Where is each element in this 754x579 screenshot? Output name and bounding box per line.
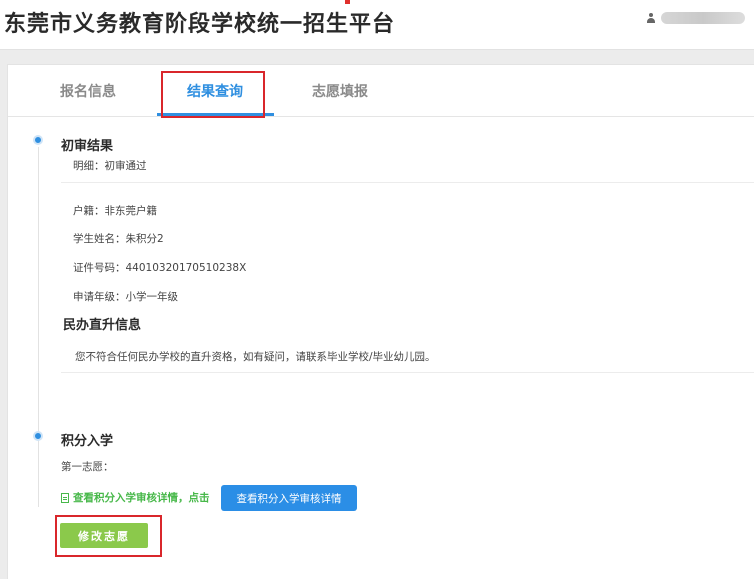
site-title: 东莞市义务教育阶段学校统一招生平台 <box>4 12 396 37</box>
tab-bar: 报名信息 结果查询 志愿填报 <box>8 65 754 117</box>
header-marker <box>345 0 350 4</box>
review-detail: 明细：初审通过 <box>73 160 147 172</box>
points-admission-title: 积分入学 <box>61 434 114 449</box>
application-grade: 申请年级：小学一年级 <box>73 291 178 303</box>
user-menu[interactable] <box>647 10 745 26</box>
divider <box>61 182 754 183</box>
tab-result-query[interactable]: 结果查询 <box>187 81 243 101</box>
tab-registration-info[interactable]: 报名信息 <box>60 81 116 101</box>
user-icon <box>647 13 655 23</box>
timeline-dot <box>33 431 43 441</box>
document-icon <box>61 492 69 503</box>
divider <box>61 372 754 373</box>
first-choice-label: 第一志愿： <box>61 461 114 473</box>
initial-review-title: 初审结果 <box>61 139 114 154</box>
household-registration: 户籍：非东莞户籍 <box>73 205 157 217</box>
timeline-dot <box>33 135 43 145</box>
modify-preference-button[interactable]: 修改志愿 <box>60 523 148 548</box>
timeline-line <box>38 147 39 507</box>
private-promotion-title: 民办直升信息 <box>63 318 142 333</box>
id-number: 证件号码：44010320170510238X <box>73 262 247 274</box>
student-name: 学生姓名：朱积分2 <box>73 233 164 245</box>
private-promotion-message: 您不符合任何民办学校的直升资格，如有疑问，请联系毕业学校/毕业幼儿园。 <box>75 351 436 363</box>
result-panel: 报名信息 结果查询 志愿填报 初审结果 明细：初审通过 户籍：非东莞户籍 学生姓… <box>7 64 754 579</box>
user-name-redacted <box>661 12 745 24</box>
points-detail-link-text: 查看积分入学审核详情，点击 <box>73 492 210 504</box>
tab-preference-fill[interactable]: 志愿填报 <box>312 81 368 101</box>
points-detail-link[interactable]: 查看积分入学审核详情，点击 <box>61 490 210 505</box>
top-header: 东莞市义务教育阶段学校统一招生平台 <box>0 0 754 50</box>
active-tab-underline <box>157 113 274 116</box>
view-points-detail-button[interactable]: 查看积分入学审核详情 <box>221 485 357 511</box>
